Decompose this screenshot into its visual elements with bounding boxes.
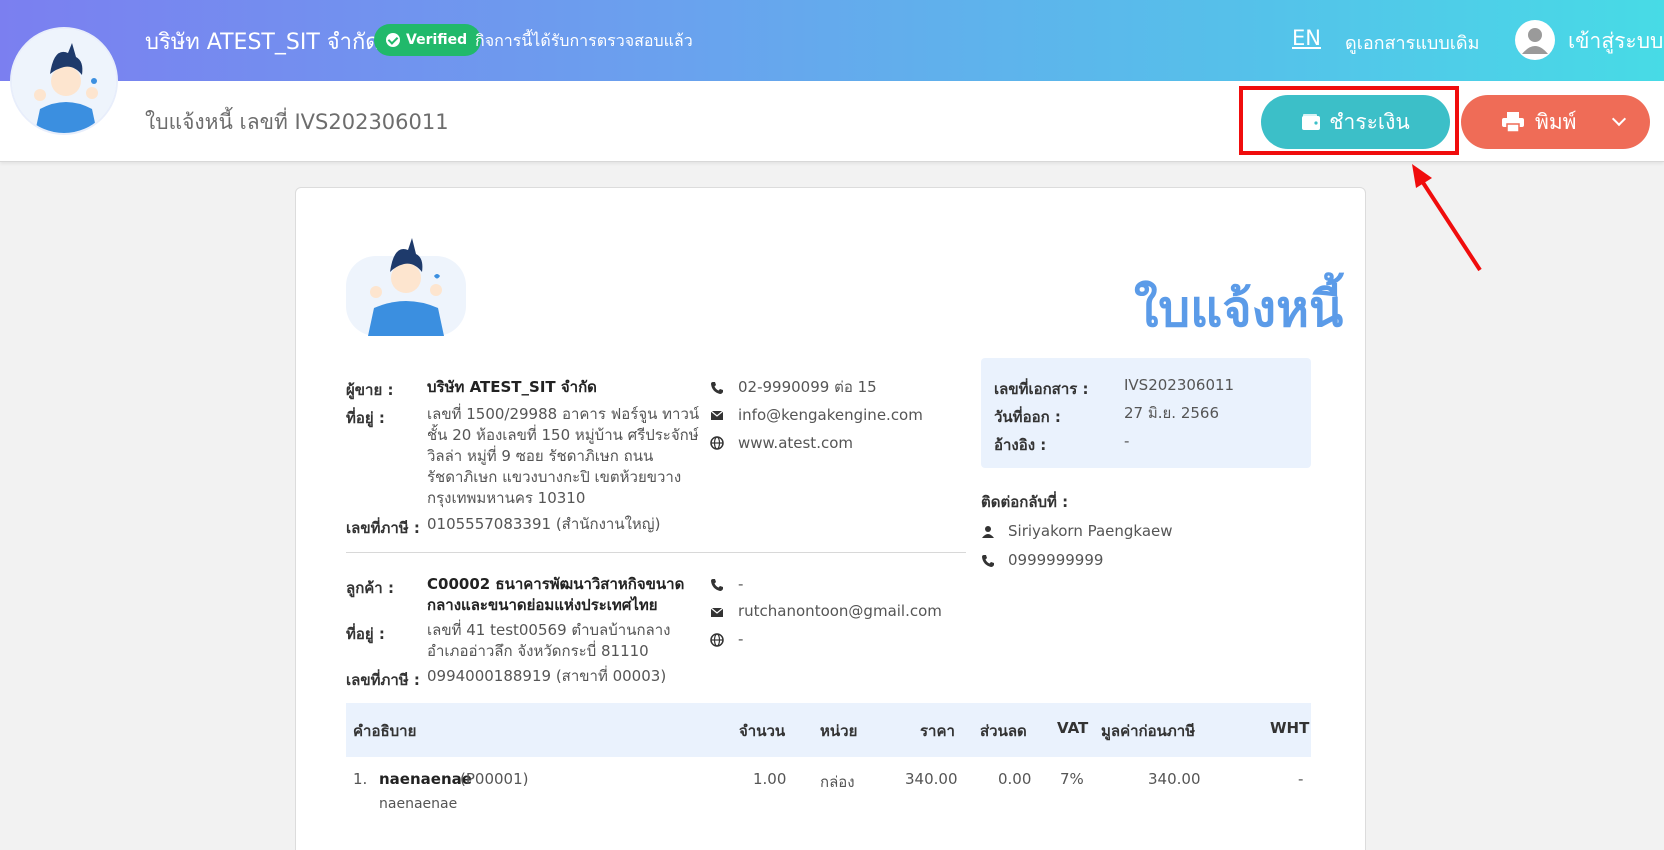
seller-address-line-2: ชั้น 20 ห้องเลขที่ 150 หมู่บ้าน ศรีประจั… [427, 426, 699, 444]
doc-no-label: เลขที่เอกสาร : [994, 380, 1089, 398]
language-switch[interactable]: EN [1292, 26, 1321, 50]
customer-label: ลูกค้า : [346, 579, 394, 597]
divider [346, 552, 966, 553]
date-label: วันที่ออก : [994, 408, 1061, 426]
item-pretax: 340.00 [1148, 770, 1201, 788]
document-logo [346, 238, 466, 336]
envelope-icon [710, 410, 724, 420]
annotation-arrow [1412, 164, 1482, 272]
phone-icon [711, 579, 723, 591]
old-document-link[interactable]: ดูเอกสารแบบเดิม [1345, 28, 1479, 57]
customer-address-line-1: เลขที่ 41 test00569 ตำบลบ้านกลาง [427, 621, 671, 639]
company-logo [10, 27, 118, 135]
login-link[interactable]: เข้าสู่ระบบ [1568, 25, 1663, 58]
contact-phone: 0999999999 [1008, 551, 1104, 569]
document-title: ใบแจ้งหนี้ [1134, 280, 1344, 338]
customer-name-line-2: กลางและขนาดย่อมแห่งประเทศไทย [427, 596, 658, 614]
seller-name: บริษัท ATEST_SIT จำกัด [427, 378, 597, 396]
col-quantity: จำนวน [739, 722, 786, 740]
seller-tax-id: 0105557083391 (สำนักงานใหญ่) [427, 515, 661, 533]
chevron-down-icon[interactable] [1611, 111, 1627, 127]
customer-phone: - [738, 575, 744, 593]
item-name: naenaenae [379, 770, 472, 788]
user-icon [982, 526, 994, 538]
doc-no-value: IVS202306011 [1124, 376, 1235, 394]
item-unit: กล่อง [820, 773, 855, 791]
customer-website: - [738, 630, 744, 648]
seller-label: ผู้ขาย : [346, 381, 394, 399]
item-discount: 0.00 [998, 770, 1032, 788]
seller-address-line-3: วิลล่า หมู่ที่ 9 ซอย รัชดาภิเษก ถนน [427, 447, 654, 465]
envelope-icon [710, 607, 724, 617]
item-description: naenaenae [379, 796, 458, 812]
col-wht: WHT [1270, 719, 1310, 737]
customer-tax-id: 0994000188919 (สาขาที่ 00003) [427, 667, 667, 685]
customer-address-line-2: อำเภออ่าวลึก จังหวัดกระบี่ 81110 [427, 642, 649, 660]
customer-tax-label: เลขที่ภาษี : [346, 671, 420, 689]
seller-address-label: ที่อยู่ : [346, 409, 385, 427]
globe-icon [710, 633, 724, 647]
customer-name-line-1: C00002 ธนาคารพัฒนาวิสาหกิจขนาด [427, 575, 685, 593]
customer-email: rutchanontoon@gmail.com [738, 602, 942, 620]
row-number: 1. [353, 770, 368, 788]
seller-address-line-5: กรุงเทพมหานคร 10310 [427, 489, 586, 507]
seller-tax-label: เลขที่ภาษี : [346, 519, 420, 537]
ref-label: อ้างอิง : [994, 436, 1047, 454]
item-quantity: 1.00 [753, 770, 787, 788]
seller-website: www.atest.com [738, 434, 853, 452]
verified-text: กิจการนี้ได้รับการตรวจสอบแล้ว [475, 31, 693, 50]
col-price: ราคา [920, 722, 955, 740]
print-button[interactable]: พิมพ์ [1461, 95, 1650, 149]
print-button-label: พิมพ์ [1535, 110, 1577, 134]
seller-address-line-4: รัชดาภิเษก แขวงบางกะปิ เขตห้วยขวาง [427, 468, 682, 486]
contact-name: Siriyakorn Paengkaew [1008, 522, 1173, 540]
col-pretax: มูลค่าก่อนภาษี [1101, 722, 1196, 740]
seller-address-line-1: เลขที่ 1500/29988 อาคาร ฟอร์จูน ทาวน์ [427, 405, 700, 423]
item-wht: - [1298, 770, 1304, 788]
pay-button-label: ชำระเงิน [1329, 110, 1410, 134]
pay-button[interactable]: ชำระเงิน [1261, 95, 1450, 149]
globe-icon [710, 436, 724, 450]
company-name: บริษัท ATEST_SIT จำกัด [145, 30, 380, 55]
user-avatar-icon[interactable] [1515, 20, 1555, 60]
item-code: (P00001) [460, 770, 529, 788]
seller-phone: 02-9990099 ต่อ 15 [738, 378, 877, 396]
item-price: 340.00 [905, 770, 958, 788]
item-vat: 7% [1060, 770, 1084, 788]
phone-icon [711, 382, 723, 394]
verified-badge: Verified [374, 24, 482, 56]
date-value: 27 มิ.ย. 2566 [1124, 404, 1220, 422]
col-description: คำอธิบาย [353, 722, 417, 740]
col-vat: VAT [1057, 719, 1089, 737]
page-title: ใบแจ้งหนี้ เลขที่ IVS202306011 [145, 110, 449, 134]
verified-label: Verified [406, 32, 468, 48]
customer-address-label: ที่อยู่ : [346, 625, 385, 643]
wallet-icon [1302, 114, 1321, 130]
col-discount: ส่วนลด [980, 722, 1027, 740]
printer-icon [1502, 112, 1524, 133]
ref-value: - [1124, 432, 1130, 450]
contact-label: ติดต่อกลับที่ : [981, 493, 1069, 511]
phone-icon [982, 555, 994, 567]
col-unit: หน่วย [820, 722, 858, 740]
seller-email: info@kengakengine.com [738, 406, 923, 424]
check-circle-icon [386, 33, 400, 47]
